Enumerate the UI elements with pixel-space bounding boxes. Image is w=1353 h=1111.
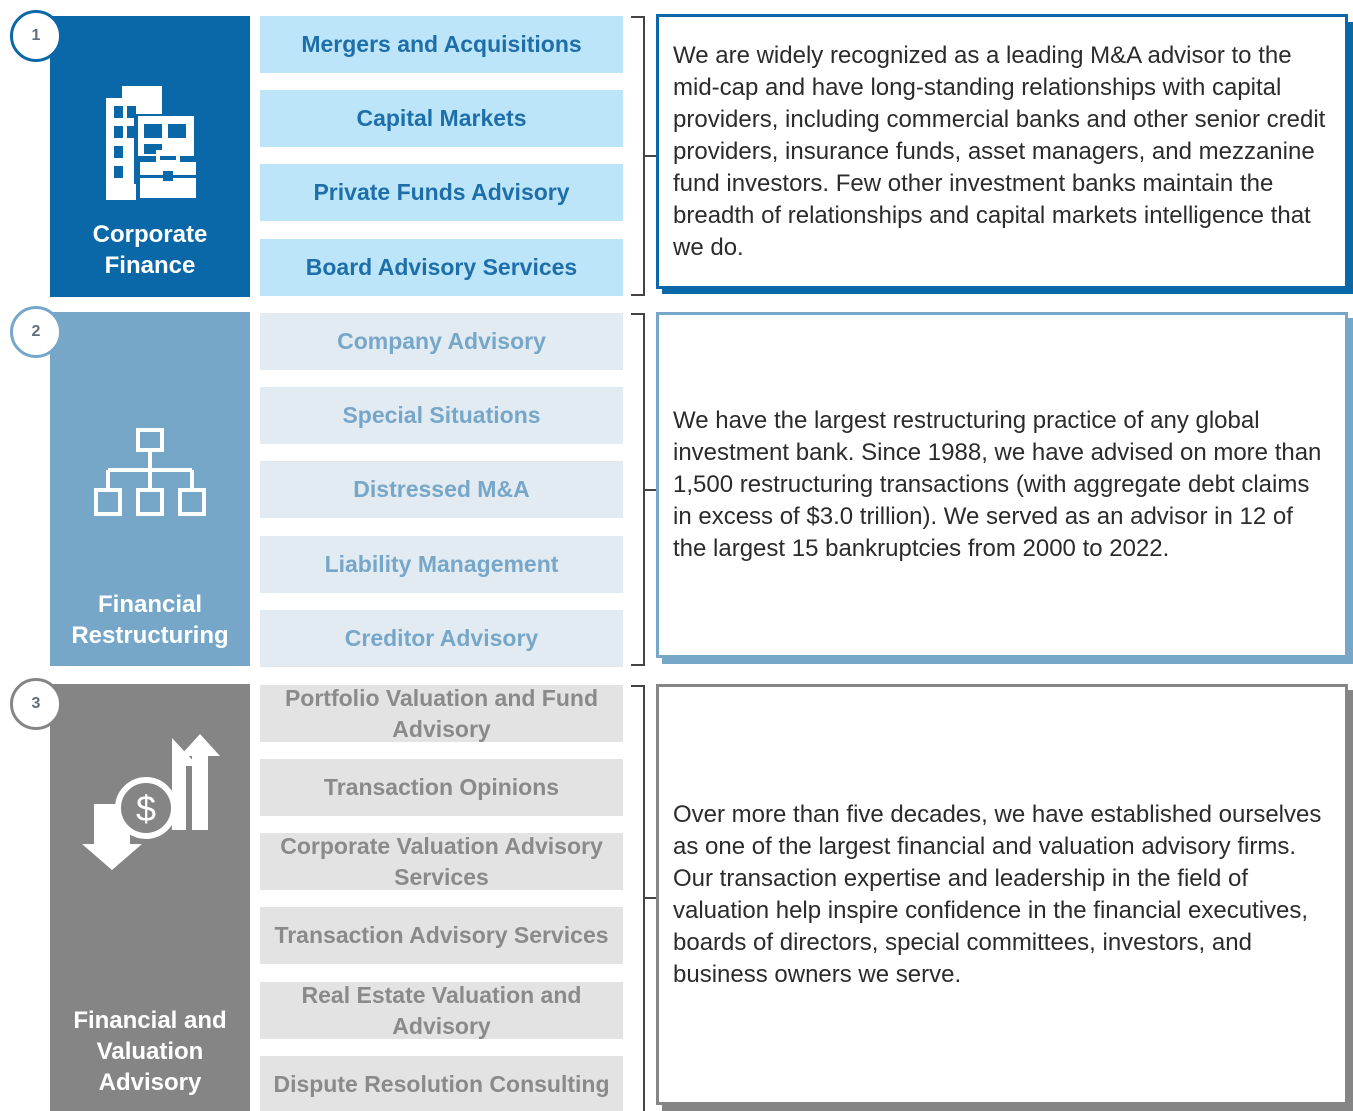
description-text: We are widely recognized as a leading M&… xyxy=(673,41,1326,261)
service-item[interactable]: Corporate Valuation Advisory Services xyxy=(260,833,623,890)
description-box: We have the largest restructuring practi… xyxy=(656,312,1348,658)
service-item[interactable]: Board Advisory Services xyxy=(260,239,623,296)
service-item[interactable]: Company Advisory xyxy=(260,313,623,370)
svg-text:$: $ xyxy=(136,788,156,829)
service-item[interactable]: Distressed M&A xyxy=(260,461,623,518)
description-box: Over more than five decades, we have est… xyxy=(656,684,1348,1105)
service-item[interactable]: Special Situations xyxy=(260,387,623,444)
service-item[interactable]: Liability Management xyxy=(260,536,623,593)
service-item[interactable]: Private Funds Advisory xyxy=(260,164,623,221)
bracket xyxy=(631,313,645,666)
service-item[interactable]: Creditor Advisory xyxy=(260,610,623,667)
section-title-line-3: Advisory xyxy=(98,1069,202,1096)
dollar-exchange-arrows-icon: $ xyxy=(50,734,250,874)
bracket xyxy=(631,685,645,1111)
section-title: Financial and Valuation Advisory xyxy=(50,1005,250,1098)
service-item[interactable]: Capital Markets xyxy=(260,90,623,147)
section-title-line-1: Corporate xyxy=(92,221,208,248)
service-item[interactable]: Mergers and Acquisitions xyxy=(260,16,623,73)
section-title: Financial Restructuring xyxy=(50,589,250,651)
org-chart-icon xyxy=(50,426,250,520)
section-number-badge: 3 xyxy=(10,678,62,730)
office-building-briefcase-icon xyxy=(50,84,250,204)
service-item[interactable]: Transaction Opinions xyxy=(260,759,623,816)
description-text: Over more than five decades, we have est… xyxy=(673,800,1322,988)
section-title-line-2: Restructuring xyxy=(71,622,229,649)
section-block-financial-valuation-advisory: $ Financial and Valuation Advisory xyxy=(50,684,250,1111)
service-item[interactable]: Dispute Resolution Consulting xyxy=(260,1056,623,1111)
service-item[interactable]: Portfolio Valuation and Fund Advisory xyxy=(260,685,623,742)
service-item[interactable]: Real Estate Valuation and Advisory xyxy=(260,982,623,1039)
section-title: Corporate Finance xyxy=(50,219,250,281)
section-number-badge: 1 xyxy=(10,10,62,62)
section-title-line-2: Finance xyxy=(104,252,196,279)
description-text: We have the largest restructuring practi… xyxy=(673,407,1322,562)
description-box: We are widely recognized as a leading M&… xyxy=(656,14,1348,289)
service-item[interactable]: Transaction Advisory Services xyxy=(260,907,623,964)
section-title-line-1: Financial and xyxy=(73,1007,227,1034)
section-block-corporate-finance: Corporate Finance xyxy=(50,16,250,297)
section-number-badge: 2 xyxy=(10,306,62,358)
section-block-financial-restructuring: Financial Restructuring xyxy=(50,312,250,666)
section-title-line-1: Financial xyxy=(97,591,203,618)
section-title-line-2: Valuation xyxy=(96,1038,204,1065)
bracket xyxy=(631,16,645,296)
